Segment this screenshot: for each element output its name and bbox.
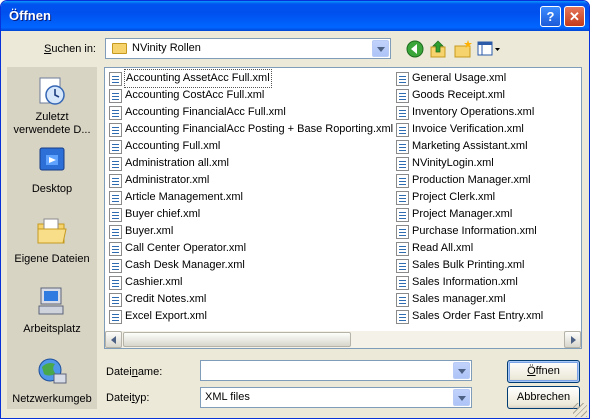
xml-file-icon — [109, 106, 122, 120]
scroll-right-icon[interactable] — [564, 331, 581, 348]
place-label: Arbeitsplatz — [23, 323, 81, 335]
filename-label: Dateiname: — [106, 366, 163, 378]
file-list[interactable]: Accounting AssetAcc Full.xml Accounting … — [104, 67, 582, 349]
place-my-documents[interactable]: Eigene Dateien — [7, 211, 97, 277]
close-button[interactable]: ✕ — [564, 6, 585, 27]
xml-file-icon — [396, 276, 409, 290]
place-label: Zuletzt verwendete D... — [13, 111, 91, 136]
xml-file-icon — [109, 242, 122, 256]
xml-file-icon — [109, 225, 122, 239]
xml-file-icon — [396, 174, 409, 188]
desktop-icon — [39, 147, 65, 171]
xml-file-icon — [109, 174, 122, 188]
xml-file-icon — [109, 276, 122, 290]
filename-combo[interactable] — [200, 360, 472, 381]
view-menu-icon[interactable] — [477, 39, 501, 59]
recent-documents-icon — [39, 77, 65, 105]
xml-file-icon — [396, 293, 409, 307]
xml-file-icon — [396, 123, 409, 137]
open-dialog: Öffnen ? ✕ Suchen in: NVinity Rollen Zul… — [0, 0, 590, 419]
look-in-value: NVinity Rollen — [132, 42, 201, 54]
xml-file-icon — [109, 89, 122, 103]
open-button[interactable]: Öffnen — [507, 360, 580, 383]
places-bar: Zuletzt verwendete D... Desktop Eigene D… — [7, 67, 97, 409]
place-network[interactable]: Netzwerkumgeb — [7, 351, 97, 417]
xml-file-icon — [109, 208, 122, 222]
horizontal-scrollbar[interactable] — [105, 331, 581, 348]
xml-file-icon — [109, 310, 122, 324]
scrollbar-thumb[interactable] — [123, 332, 351, 347]
xml-file-icon — [396, 140, 409, 154]
place-recent[interactable]: Zuletzt verwendete D... — [7, 71, 97, 137]
chevron-down-icon[interactable] — [453, 389, 470, 406]
back-icon[interactable] — [405, 39, 425, 59]
scroll-left-icon[interactable] — [105, 331, 122, 348]
filetype-value: XML files — [205, 391, 250, 403]
help-button[interactable]: ? — [540, 6, 561, 27]
resize-grip[interactable] — [573, 403, 587, 417]
folder-icon — [112, 43, 127, 54]
xml-file-icon — [109, 140, 122, 154]
xml-file-icon — [109, 123, 122, 137]
up-folder-icon[interactable] — [429, 39, 449, 59]
network-places-icon — [38, 358, 67, 384]
window-title: Öffnen — [9, 8, 51, 23]
new-folder-icon[interactable] — [453, 39, 473, 59]
xml-file-icon — [109, 72, 122, 86]
chevron-down-icon[interactable] — [372, 40, 389, 57]
cancel-button[interactable]: Abbrechen — [507, 386, 580, 409]
xml-file-icon — [396, 259, 409, 273]
my-documents-icon — [37, 218, 67, 244]
xml-file-icon — [396, 225, 409, 239]
look-in-combo[interactable]: NVinity Rollen — [105, 38, 391, 59]
xml-file-icon — [396, 72, 409, 86]
xml-file-icon — [396, 242, 409, 256]
xml-file-icon — [109, 191, 122, 205]
place-label: Eigene Dateien — [14, 253, 90, 265]
look-in-label: Suchen in: — [44, 43, 96, 55]
xml-file-icon — [109, 157, 122, 171]
title-bar[interactable]: Öffnen ? ✕ — [1, 1, 589, 31]
place-label: Netzwerkumgeb — [12, 393, 92, 405]
xml-file-icon — [396, 106, 409, 120]
chevron-down-icon[interactable] — [453, 362, 470, 379]
filetype-label: Dateityp: — [106, 392, 150, 404]
place-desktop[interactable]: Desktop — [7, 141, 97, 207]
place-label: Desktop — [31, 183, 73, 195]
xml-file-icon — [396, 157, 409, 171]
xml-file-icon — [109, 293, 122, 307]
filetype-select[interactable]: XML files — [200, 387, 472, 408]
xml-file-icon — [396, 310, 409, 324]
xml-file-icon — [396, 208, 409, 222]
place-my-computer[interactable]: Arbeitsplatz — [7, 281, 97, 347]
xml-file-icon — [109, 259, 122, 273]
xml-file-icon — [396, 191, 409, 205]
xml-file-icon — [396, 89, 409, 103]
my-computer-icon — [38, 287, 64, 315]
